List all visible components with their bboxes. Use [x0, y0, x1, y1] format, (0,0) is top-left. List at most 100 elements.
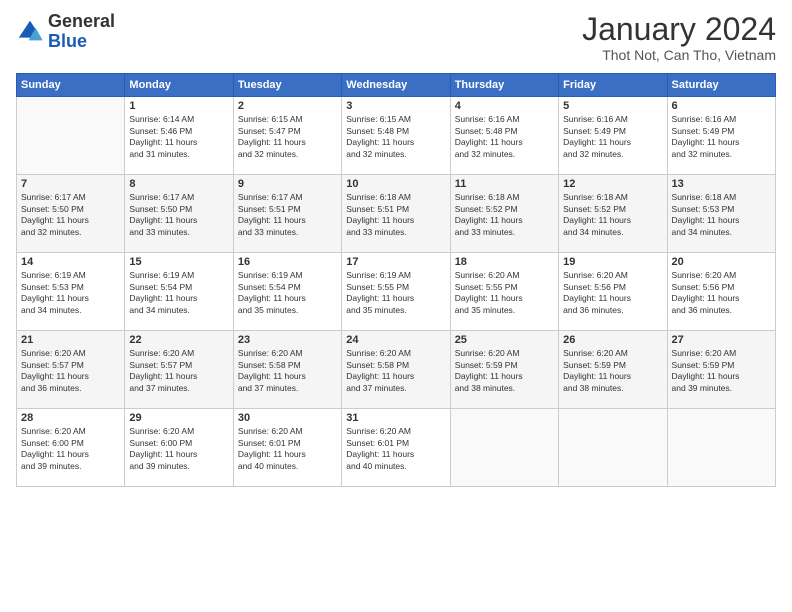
calendar-cell: 17 Sunrise: 6:19 AM Sunset: 5:55 PM Dayl… — [342, 253, 450, 331]
day-number: 18 — [455, 256, 554, 268]
header: General Blue January 2024 Thot Not, Can … — [16, 12, 776, 63]
day-number: 28 — [21, 412, 120, 424]
day-number: 17 — [346, 256, 445, 268]
calendar-cell: 3 Sunrise: 6:15 AM Sunset: 5:48 PM Dayli… — [342, 97, 450, 175]
day-info: Sunrise: 6:20 AM Sunset: 5:59 PM Dayligh… — [455, 348, 554, 394]
logo-blue: Blue — [48, 31, 87, 51]
calendar-cell: 1 Sunrise: 6:14 AM Sunset: 5:46 PM Dayli… — [125, 97, 233, 175]
calendar-cell: 25 Sunrise: 6:20 AM Sunset: 5:59 PM Dayl… — [450, 331, 558, 409]
day-info: Sunrise: 6:16 AM Sunset: 5:49 PM Dayligh… — [672, 114, 771, 160]
day-number: 10 — [346, 178, 445, 190]
calendar-cell: 29 Sunrise: 6:20 AM Sunset: 6:00 PM Dayl… — [125, 409, 233, 487]
calendar-week-5: 28 Sunrise: 6:20 AM Sunset: 6:00 PM Dayl… — [17, 409, 776, 487]
title-area: January 2024 Thot Not, Can Tho, Vietnam — [582, 12, 776, 63]
logo-icon — [16, 18, 44, 46]
calendar-cell: 28 Sunrise: 6:20 AM Sunset: 6:00 PM Dayl… — [17, 409, 125, 487]
day-number: 12 — [563, 178, 662, 190]
day-info: Sunrise: 6:20 AM Sunset: 5:57 PM Dayligh… — [129, 348, 228, 394]
day-info: Sunrise: 6:20 AM Sunset: 5:56 PM Dayligh… — [672, 270, 771, 316]
calendar-week-2: 7 Sunrise: 6:17 AM Sunset: 5:50 PM Dayli… — [17, 175, 776, 253]
col-wednesday: Wednesday — [342, 74, 450, 97]
calendar-cell: 21 Sunrise: 6:20 AM Sunset: 5:57 PM Dayl… — [17, 331, 125, 409]
day-number: 29 — [129, 412, 228, 424]
day-number: 31 — [346, 412, 445, 424]
calendar-cell: 20 Sunrise: 6:20 AM Sunset: 5:56 PM Dayl… — [667, 253, 775, 331]
day-info: Sunrise: 6:20 AM Sunset: 5:58 PM Dayligh… — [238, 348, 337, 394]
calendar-cell: 18 Sunrise: 6:20 AM Sunset: 5:55 PM Dayl… — [450, 253, 558, 331]
day-info: Sunrise: 6:17 AM Sunset: 5:50 PM Dayligh… — [21, 192, 120, 238]
day-info: Sunrise: 6:17 AM Sunset: 5:50 PM Dayligh… — [129, 192, 228, 238]
day-number: 9 — [238, 178, 337, 190]
day-number: 22 — [129, 334, 228, 346]
day-info: Sunrise: 6:18 AM Sunset: 5:52 PM Dayligh… — [455, 192, 554, 238]
day-number: 15 — [129, 256, 228, 268]
day-number: 2 — [238, 100, 337, 112]
col-monday: Monday — [125, 74, 233, 97]
day-info: Sunrise: 6:16 AM Sunset: 5:48 PM Dayligh… — [455, 114, 554, 160]
calendar-cell: 31 Sunrise: 6:20 AM Sunset: 6:01 PM Dayl… — [342, 409, 450, 487]
page-container: General Blue January 2024 Thot Not, Can … — [0, 0, 792, 495]
col-friday: Friday — [559, 74, 667, 97]
day-number: 4 — [455, 100, 554, 112]
calendar-cell — [450, 409, 558, 487]
day-number: 14 — [21, 256, 120, 268]
calendar-cell: 5 Sunrise: 6:16 AM Sunset: 5:49 PM Dayli… — [559, 97, 667, 175]
day-info: Sunrise: 6:20 AM Sunset: 6:00 PM Dayligh… — [21, 426, 120, 472]
calendar-cell — [17, 97, 125, 175]
day-info: Sunrise: 6:18 AM Sunset: 5:51 PM Dayligh… — [346, 192, 445, 238]
day-info: Sunrise: 6:20 AM Sunset: 6:01 PM Dayligh… — [238, 426, 337, 472]
day-number: 13 — [672, 178, 771, 190]
calendar-week-1: 1 Sunrise: 6:14 AM Sunset: 5:46 PM Dayli… — [17, 97, 776, 175]
day-info: Sunrise: 6:18 AM Sunset: 5:52 PM Dayligh… — [563, 192, 662, 238]
day-info: Sunrise: 6:20 AM Sunset: 5:59 PM Dayligh… — [563, 348, 662, 394]
calendar-cell: 8 Sunrise: 6:17 AM Sunset: 5:50 PM Dayli… — [125, 175, 233, 253]
day-number: 3 — [346, 100, 445, 112]
calendar-cell — [559, 409, 667, 487]
calendar-cell: 24 Sunrise: 6:20 AM Sunset: 5:58 PM Dayl… — [342, 331, 450, 409]
calendar-cell: 16 Sunrise: 6:19 AM Sunset: 5:54 PM Dayl… — [233, 253, 341, 331]
calendar-cell: 30 Sunrise: 6:20 AM Sunset: 6:01 PM Dayl… — [233, 409, 341, 487]
logo-general: General — [48, 11, 115, 31]
calendar-cell: 12 Sunrise: 6:18 AM Sunset: 5:52 PM Dayl… — [559, 175, 667, 253]
logo: General Blue — [16, 12, 115, 52]
day-info: Sunrise: 6:15 AM Sunset: 5:48 PM Dayligh… — [346, 114, 445, 160]
day-info: Sunrise: 6:20 AM Sunset: 5:57 PM Dayligh… — [21, 348, 120, 394]
day-number: 1 — [129, 100, 228, 112]
day-info: Sunrise: 6:20 AM Sunset: 5:58 PM Dayligh… — [346, 348, 445, 394]
day-info: Sunrise: 6:20 AM Sunset: 5:56 PM Dayligh… — [563, 270, 662, 316]
calendar-table: Sunday Monday Tuesday Wednesday Thursday… — [16, 73, 776, 487]
day-number: 6 — [672, 100, 771, 112]
day-number: 21 — [21, 334, 120, 346]
col-saturday: Saturday — [667, 74, 775, 97]
day-number: 23 — [238, 334, 337, 346]
calendar-cell: 9 Sunrise: 6:17 AM Sunset: 5:51 PM Dayli… — [233, 175, 341, 253]
day-info: Sunrise: 6:15 AM Sunset: 5:47 PM Dayligh… — [238, 114, 337, 160]
day-info: Sunrise: 6:19 AM Sunset: 5:54 PM Dayligh… — [129, 270, 228, 316]
day-number: 24 — [346, 334, 445, 346]
calendar-cell — [667, 409, 775, 487]
day-info: Sunrise: 6:19 AM Sunset: 5:55 PM Dayligh… — [346, 270, 445, 316]
col-tuesday: Tuesday — [233, 74, 341, 97]
day-number: 19 — [563, 256, 662, 268]
col-sunday: Sunday — [17, 74, 125, 97]
day-info: Sunrise: 6:17 AM Sunset: 5:51 PM Dayligh… — [238, 192, 337, 238]
calendar-cell: 22 Sunrise: 6:20 AM Sunset: 5:57 PM Dayl… — [125, 331, 233, 409]
calendar-cell: 7 Sunrise: 6:17 AM Sunset: 5:50 PM Dayli… — [17, 175, 125, 253]
calendar-cell: 10 Sunrise: 6:18 AM Sunset: 5:51 PM Dayl… — [342, 175, 450, 253]
day-number: 25 — [455, 334, 554, 346]
calendar-cell: 4 Sunrise: 6:16 AM Sunset: 5:48 PM Dayli… — [450, 97, 558, 175]
calendar-cell: 6 Sunrise: 6:16 AM Sunset: 5:49 PM Dayli… — [667, 97, 775, 175]
calendar-cell: 19 Sunrise: 6:20 AM Sunset: 5:56 PM Dayl… — [559, 253, 667, 331]
day-number: 20 — [672, 256, 771, 268]
location: Thot Not, Can Tho, Vietnam — [582, 47, 776, 63]
calendar-cell: 13 Sunrise: 6:18 AM Sunset: 5:53 PM Dayl… — [667, 175, 775, 253]
day-info: Sunrise: 6:20 AM Sunset: 6:01 PM Dayligh… — [346, 426, 445, 472]
calendar-cell: 26 Sunrise: 6:20 AM Sunset: 5:59 PM Dayl… — [559, 331, 667, 409]
calendar-cell: 14 Sunrise: 6:19 AM Sunset: 5:53 PM Dayl… — [17, 253, 125, 331]
day-number: 11 — [455, 178, 554, 190]
day-number: 8 — [129, 178, 228, 190]
day-info: Sunrise: 6:20 AM Sunset: 6:00 PM Dayligh… — [129, 426, 228, 472]
day-number: 5 — [563, 100, 662, 112]
day-number: 27 — [672, 334, 771, 346]
day-info: Sunrise: 6:20 AM Sunset: 5:55 PM Dayligh… — [455, 270, 554, 316]
